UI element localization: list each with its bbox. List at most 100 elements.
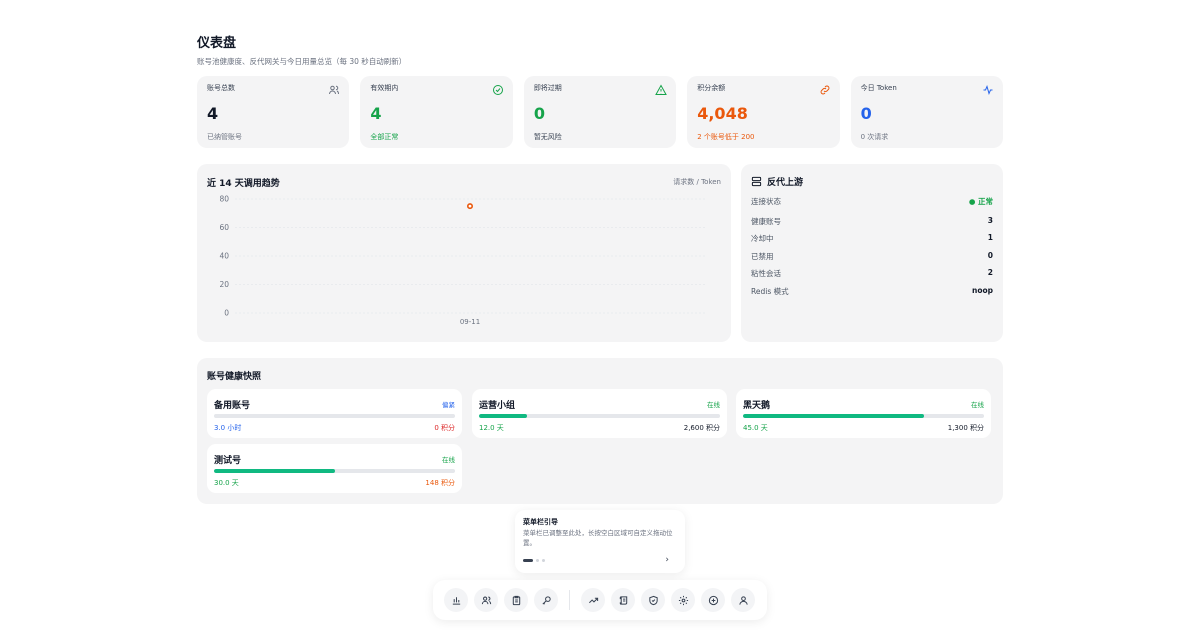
guide-dot[interactable] (536, 559, 539, 562)
guide-pagination (523, 559, 545, 562)
upstream-row: 已禁用 0 (751, 251, 993, 262)
account-time-left: 12.0 天 (479, 424, 504, 432)
dock-settings-button[interactable] (671, 588, 695, 612)
check-circle-icon (492, 85, 503, 95)
scroll-icon (619, 595, 627, 605)
clipboard-icon (512, 595, 520, 605)
trending-up-icon (588, 597, 598, 603)
trend-chart[interactable]: 0 20 40 60 80 09-11 (197, 164, 731, 342)
upstream-row-value: 0 (987, 251, 993, 260)
stat-sub: 2 个账号低于 200 (697, 133, 755, 141)
server-icon (751, 176, 762, 187)
account-time-left: 3.0 小时 (214, 424, 242, 432)
dock-separator (569, 590, 570, 610)
user-icon (738, 595, 748, 605)
y-tick-label: 80 (219, 195, 229, 204)
dock-profile-button[interactable] (731, 588, 755, 612)
account-card[interactable]: 运营小组 在线 12.0 天 2,600 积分 (472, 389, 727, 438)
stat-label: 今日 Token (860, 84, 897, 92)
account-progress (214, 414, 455, 418)
account-name: 运营小组 (479, 401, 516, 411)
y-tick-label: 0 (224, 309, 229, 318)
page-title: 仪表盘 (197, 36, 237, 51)
upstream-row-label: 连接状态 (751, 197, 781, 206)
stat-sub: 已纳管账号 (207, 133, 242, 141)
dock-trends-button[interactable] (581, 588, 605, 612)
health-title: 账号健康快照 (207, 372, 262, 382)
account-card[interactable]: 测试号 在线 30.0 天 148 积分 (207, 444, 462, 493)
stat-sub: 暂无风险 (533, 133, 562, 141)
stat-value: 0 (860, 104, 872, 123)
upstream-row-value: 1 (987, 233, 993, 242)
y-tick-label: 60 (219, 223, 229, 232)
menu-guide-popover: 菜单栏引导 菜单栏已调整至此处，长按空白区域可自定义拖动位置。 › (515, 510, 685, 573)
upstream-row: Redis 模式 noop (751, 286, 993, 297)
account-card[interactable]: 备用账号 偏紧 3.0 小时 0 积分 (207, 389, 462, 438)
stat-card-token[interactable]: 今日 Token 0 0 次请求 (850, 76, 1004, 148)
guide-text: 菜单栏已调整至此处，长按空白区域可自定义拖动位置。 (523, 529, 673, 547)
account-credits: 148 积分 (425, 479, 455, 487)
account-card[interactable]: 黑天鹅 在线 45.0 天 1,300 积分 (736, 389, 991, 438)
health-panel: 账号健康快照 备用账号 偏紧 3.0 小时 0 积分 运营小组 在线 12.0 … (197, 358, 1003, 504)
x-tick-label: 09-11 (460, 318, 480, 326)
dock-accounts-button[interactable] (474, 588, 498, 612)
warning-icon (655, 84, 668, 95)
stat-card-expiring[interactable]: 即将过期 0 暂无风险 (523, 76, 677, 148)
upstream-row-label: 健康账号 (751, 217, 781, 226)
data-point[interactable] (466, 203, 473, 210)
account-name: 黑天鹅 (743, 401, 771, 411)
dock-keys-button[interactable] (534, 588, 558, 612)
stat-card-valid[interactable]: 有效期内 4 全部正常 (360, 76, 513, 148)
y-tick-label: 20 (219, 280, 229, 289)
guide-dot[interactable] (523, 559, 533, 562)
plus-circle-icon (708, 595, 718, 605)
account-progress-fill (214, 469, 335, 473)
upstream-row-value: noop (971, 286, 993, 295)
users-icon (481, 596, 491, 604)
account-progress (479, 414, 720, 418)
stat-cards: 账号总数 4 已纳管账号 有效期内 4 全部正常 即将过期 0 暂无风险 积分余… (197, 76, 1004, 148)
stat-value: 0 (533, 104, 545, 123)
account-progress-fill (479, 414, 528, 418)
dock-add-button[interactable] (701, 588, 725, 612)
account-badge: 偏紧 (442, 401, 455, 409)
upstream-row: 健康账号 3 (751, 216, 993, 227)
stat-label: 有效期内 (370, 84, 399, 92)
stat-value: 4 (370, 104, 382, 123)
page-header: 仪表盘 账号池健康度、反代网关与今日用量总览（每 30 秒自动刷新） (197, 32, 406, 67)
guide-next-button[interactable]: › (665, 555, 669, 565)
connection-status: ● 正常 (968, 197, 993, 206)
account-credits: 0 积分 (434, 424, 455, 432)
page-subtitle: 账号池健康度、反代网关与今日用量总览（每 30 秒自动刷新） (197, 57, 407, 66)
settings-icon (678, 595, 688, 605)
stat-card-credits[interactable]: 积分余额 4,048 2 个账号低于 200 (687, 76, 840, 148)
dock-tasks-button[interactable] (504, 588, 528, 612)
dock-security-button[interactable] (641, 588, 665, 612)
upstream-row-value: 3 (987, 216, 993, 225)
account-credits: 1,300 积分 (947, 424, 984, 432)
stat-card-total[interactable]: 账号总数 4 已纳管账号 (197, 76, 350, 148)
upstream-title: 反代上游 (767, 178, 804, 188)
stat-label: 账号总数 (207, 84, 235, 92)
activity-icon (983, 85, 993, 95)
stat-value: 4,048 (697, 104, 748, 123)
account-progress (214, 469, 455, 473)
account-badge: 在线 (707, 401, 720, 409)
upstream-row: 连接状态 ● 正常 (751, 196, 993, 207)
shield-icon (648, 595, 658, 605)
account-name: 测试号 (214, 456, 242, 466)
guide-dot[interactable] (542, 559, 545, 562)
upstream-row: 冷却中 1 (751, 233, 993, 244)
stat-sub: 全部正常 (370, 133, 399, 141)
account-time-left: 45.0 天 (743, 424, 768, 432)
upstream-row-label: Redis 模式 (751, 287, 789, 296)
account-progress (743, 414, 984, 418)
y-tick-label: 40 (219, 252, 229, 261)
guide-title: 菜单栏引导 (523, 518, 558, 526)
stat-sub: 0 次请求 (860, 133, 889, 141)
bar-chart-icon (452, 596, 460, 605)
upstream-row-label: 冷却中 (751, 234, 774, 243)
dock-dashboard-button[interactable] (444, 588, 468, 612)
upstream-row-value: 2 (987, 268, 993, 277)
dock-logs-button[interactable] (611, 588, 635, 612)
